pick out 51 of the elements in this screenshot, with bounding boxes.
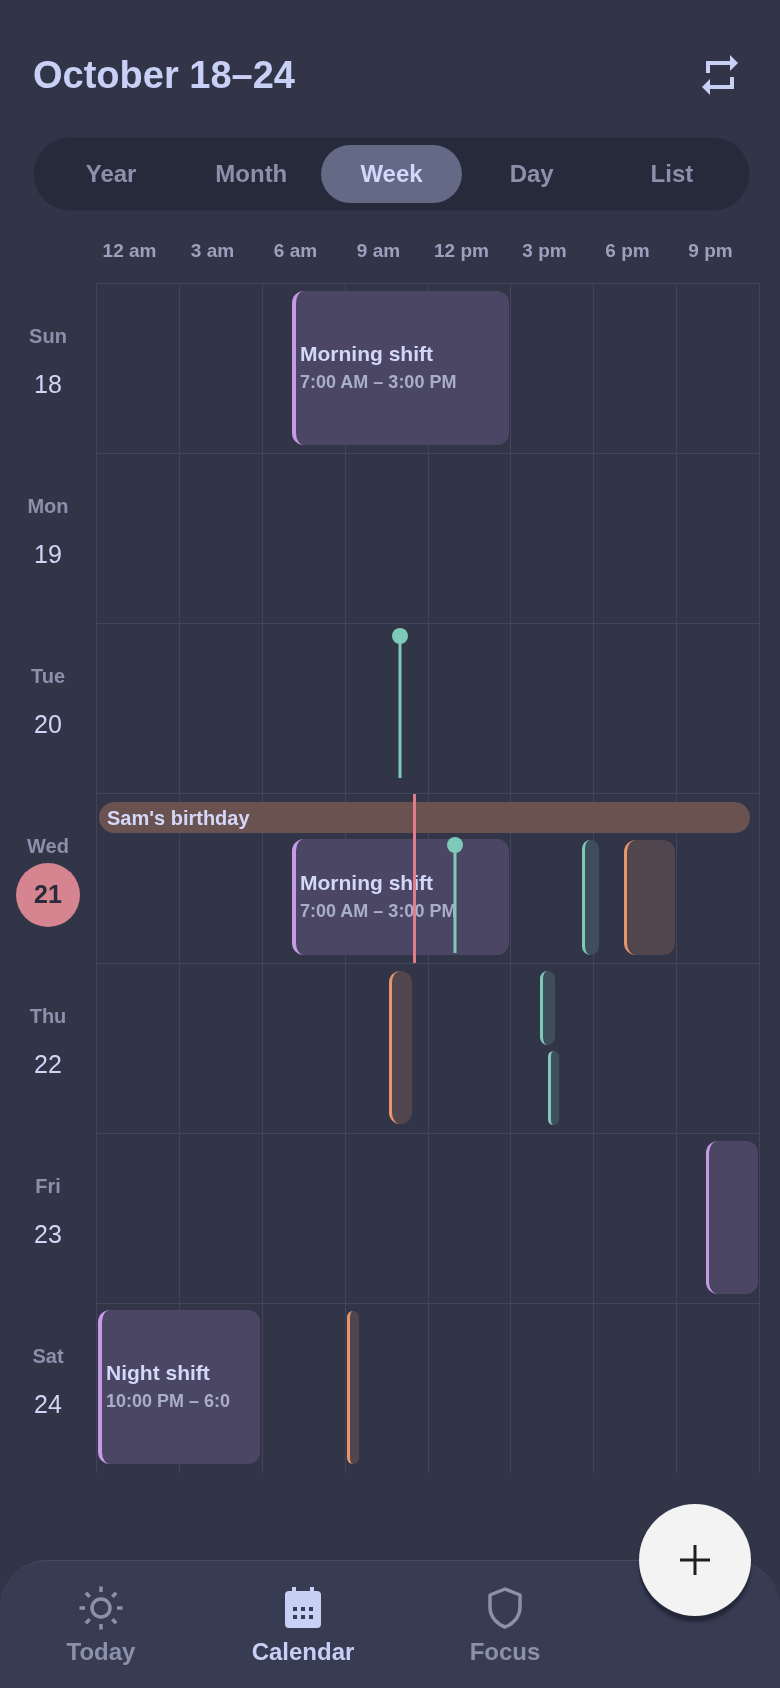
- day-name: Wed: [27, 834, 69, 858]
- nav-tab[interactable]: Calendar: [202, 1561, 404, 1688]
- day-date: 18: [34, 369, 62, 401]
- nav-tab[interactable]: Today: [0, 1561, 202, 1688]
- shield-icon: [488, 1586, 522, 1629]
- view-tab[interactable]: List: [601, 145, 742, 203]
- event-title: Morning shift: [300, 341, 433, 367]
- hour-label: 9 am: [356, 238, 401, 263]
- hour-label: 3 pm: [522, 238, 567, 263]
- event-block[interactable]: [582, 840, 599, 955]
- day-date: 19: [34, 539, 62, 571]
- event-block[interactable]: [706, 1141, 758, 1294]
- hour-label: 3 am: [190, 238, 235, 263]
- event-time: 10:00 PM – 6:0: [106, 1390, 231, 1413]
- day-date: 22: [34, 1049, 62, 1081]
- hour-label: 6 am: [273, 238, 318, 263]
- event-block[interactable]: [347, 1311, 359, 1464]
- event-block[interactable]: [540, 971, 555, 1045]
- calendar-icon: [285, 1587, 321, 1628]
- day-name: Sat: [32, 1344, 64, 1368]
- nav-tab[interactable]: Focus: [404, 1561, 606, 1688]
- day-date: 21: [16, 863, 80, 927]
- day-name: Sun: [29, 324, 67, 348]
- day-date: 24: [34, 1389, 62, 1421]
- day-date: 23: [34, 1219, 62, 1251]
- view-tab[interactable]: Week: [321, 145, 462, 203]
- repeat-icon[interactable]: [702, 55, 738, 95]
- day-name: Tue: [30, 664, 66, 688]
- event-block[interactable]: [389, 971, 412, 1124]
- plus-icon: [680, 1545, 710, 1575]
- all-day-event[interactable]: Sam's birthday: [99, 802, 750, 833]
- day-name: Fri: [35, 1174, 61, 1198]
- event-block[interactable]: [548, 1051, 559, 1125]
- hour-label: 9 pm: [688, 238, 733, 263]
- hour-label: 12 pm: [434, 238, 489, 263]
- view-tab[interactable]: Month: [181, 145, 322, 203]
- view-tab[interactable]: Year: [41, 145, 182, 203]
- day-name: Mon: [27, 494, 69, 518]
- event-block[interactable]: [624, 840, 675, 955]
- event-block[interactable]: Morning shift 7:00 AM – 3:00 PM: [292, 291, 509, 445]
- reminder-pin[interactable]: [392, 628, 408, 778]
- hour-label: 12 am: [102, 238, 157, 263]
- hour-label: 6 pm: [605, 238, 650, 263]
- day-name: Thu: [29, 1004, 67, 1028]
- day-date: 20: [34, 709, 62, 741]
- page-title: October 18–24: [33, 53, 295, 98]
- view-tab[interactable]: Day: [461, 145, 602, 203]
- sun-icon: [79, 1585, 123, 1630]
- event-time: 7:00 AM – 3:00 PM: [300, 371, 457, 394]
- event-block[interactable]: Night shift 10:00 PM – 6:0: [98, 1310, 260, 1464]
- event-title: Night shift: [106, 1360, 210, 1386]
